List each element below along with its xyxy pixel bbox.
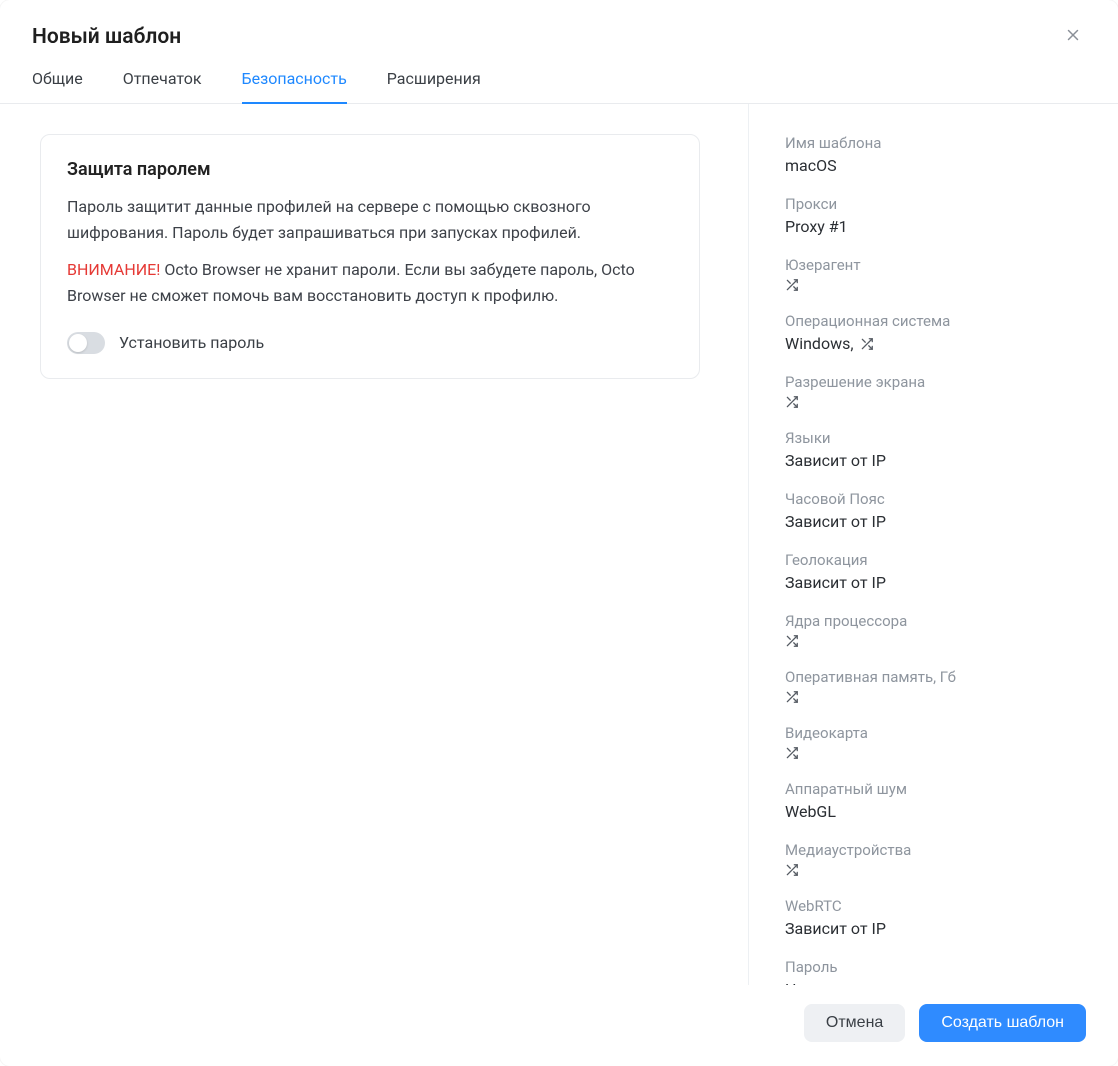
summary-value: Зависит от IP [785,512,1082,531]
summary-label: Ядра процессора [785,612,1082,630]
summary-label: Геолокация [785,551,1082,569]
card-warning: ВНИМАНИЕ! Octo Browser не хранит пароли.… [67,257,673,310]
summary-label: Прокси [785,195,1082,213]
summary-item: Прокси Proxy #1 [785,195,1082,236]
summary-value [785,634,1082,648]
tab-extensions[interactable]: Расширения [387,69,481,104]
shuffle-icon [785,863,799,877]
summary-value: Зависит от IP [785,451,1082,470]
summary-label: Имя шаблона [785,134,1082,152]
summary-label: Языки [785,429,1082,447]
set-password-toggle-row: Установить пароль [67,332,673,354]
summary-value: Proxy #1 [785,217,1082,236]
summary-value: Зависит от IP [785,573,1082,592]
summary-label: Видеокарта [785,724,1082,742]
shuffle-icon [785,278,799,292]
summary-value: macOS [785,156,1082,175]
shuffle-icon [785,746,799,760]
summary-item: WebRTC Зависит от IP [785,897,1082,938]
summary-value: WebGL [785,802,1082,821]
card-title: Защита паролем [67,159,673,180]
summary-label: Оперативная память, Гб [785,668,1082,686]
summary-label: Разрешение экрана [785,373,1082,391]
summary-item: Ядра процессора [785,612,1082,648]
summary-item: Имя шаблона macOS [785,134,1082,175]
summary-value-text: macOS [785,156,837,175]
summary-item: Часовой Пояс Зависит от IP [785,490,1082,531]
summary-label: Операционная система [785,312,1082,330]
tab-general[interactable]: Общие [32,69,83,104]
tab-fingerprint[interactable]: Отпечаток [123,69,202,104]
summary-item: Языки Зависит от IP [785,429,1082,470]
summary-value [785,395,1082,409]
set-password-switch[interactable] [67,332,105,354]
summary-item: Юзерагент [785,256,1082,292]
summary-value-text: Proxy #1 [785,217,848,236]
tabs: Общие Отпечаток Безопасность Расширения [0,51,1118,104]
create-template-button[interactable]: Создать шаблон [919,1004,1086,1042]
tab-security[interactable]: Безопасность [242,69,347,104]
shuffle-icon [785,634,799,648]
card-description: Пароль защитит данные профилей на сервер… [67,194,673,247]
summary-value-text: Зависит от IP [785,512,886,531]
summary-value-text: Зависит от IP [785,919,886,938]
summary-item: Геолокация Зависит от IP [785,551,1082,592]
summary-value [785,863,1082,877]
warning-prefix: ВНИМАНИЕ! [67,260,160,279]
modal-body: Защита паролем Пароль защитит данные про… [0,104,1118,985]
summary-item: ПарольНет [785,958,1082,985]
cancel-button[interactable]: Отмена [804,1004,905,1042]
close-button[interactable] [1060,22,1086,51]
summary-value-text: Windows, [785,334,854,353]
shuffle-icon [785,690,799,704]
summary-value [785,690,1082,704]
summary-value-text: Зависит от IP [785,573,886,592]
new-template-modal: Новый шаблон Общие Отпечаток Безопасност… [0,0,1118,1066]
summary-item: Оперативная память, Гб [785,668,1082,704]
summary-item: Видеокарта [785,724,1082,760]
summary-value: Зависит от IP [785,919,1082,938]
summary-label: Юзерагент [785,256,1082,274]
modal-header: Новый шаблон [0,0,1118,51]
summary-pane: Имя шаблона macOS Прокси Proxy #1 Юзерагент О… [748,104,1118,985]
password-protection-card: Защита паролем Пароль защитит данные про… [40,134,700,379]
summary-value [785,746,1082,760]
summary-label: Медиаустройства [785,841,1082,859]
summary-item: Аппаратный шум WebGL [785,780,1082,821]
summary-item: Медиаустройства [785,841,1082,877]
set-password-label: Установить пароль [119,333,264,352]
summary-label: WebRTC [785,897,1082,915]
summary-item: Операционная система Windows, [785,312,1082,353]
modal-footer: Отмена Создать шаблон [0,985,1118,1066]
summary-value-text: Зависит от IP [785,451,886,470]
summary-value-text: WebGL [785,802,836,821]
summary-item: Разрешение экрана [785,373,1082,409]
switch-knob [69,334,87,352]
close-icon [1064,26,1082,47]
summary-value [785,278,1082,292]
shuffle-icon [785,395,799,409]
summary-label: Пароль [785,958,1082,976]
summary-label: Часовой Пояс [785,490,1082,508]
shuffle-icon [860,337,874,351]
modal-title: Новый шаблон [32,25,181,49]
summary-value: Windows, [785,334,1082,353]
content-pane: Защита паролем Пароль защитит данные про… [0,104,748,985]
summary-label: Аппаратный шум [785,780,1082,798]
